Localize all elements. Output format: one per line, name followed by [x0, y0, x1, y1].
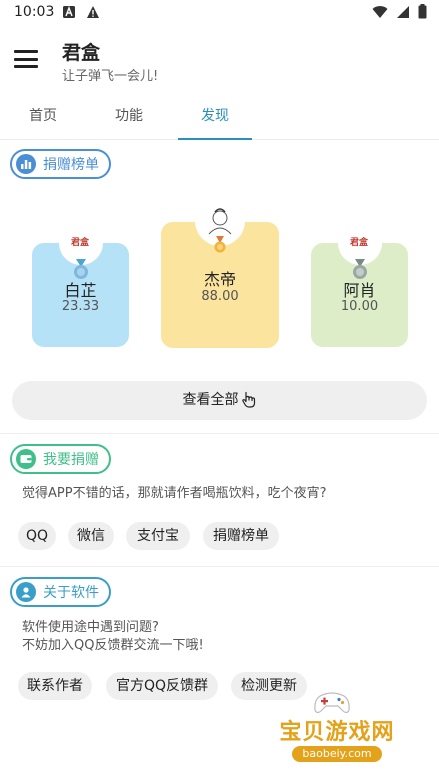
ranking-amount: 88.00 — [201, 289, 239, 304]
status-bar: 10:03 — [0, 0, 439, 26]
avatar: 君盒 — [70, 237, 89, 248]
ranking-amount: 10.00 — [340, 299, 379, 314]
ranking-amount: 23.33 — [61, 299, 100, 314]
divider — [0, 566, 439, 567]
wechat-donate-button[interactable]: 微信 — [68, 522, 114, 550]
qq-feedback-group-button[interactable]: 官方QQ反馈群 — [106, 672, 218, 700]
tab-discover[interactable]: 发现 — [172, 96, 258, 140]
divider — [0, 433, 439, 434]
notification-a-icon — [63, 6, 75, 18]
gold-medal-icon — [214, 236, 226, 253]
about-chip-label: 关于软件 — [43, 585, 99, 601]
view-all-label: 查看全部 — [182, 392, 239, 408]
avatar: 君盒 — [349, 237, 368, 248]
signal-icon — [397, 5, 409, 18]
app-bar: 君盒 让子弹飞一会儿! — [0, 30, 439, 92]
about-chip: 关于软件 — [10, 577, 111, 607]
status-time: 10:03 — [14, 4, 55, 20]
donate-description: 觉得APP不错的话，那就请作者喝瓶饮料，吃个夜宵? — [22, 486, 327, 501]
about-description-line2: 不妨加入QQ反馈群交流一下哦! — [22, 638, 204, 653]
tab-features[interactable]: 功能 — [86, 96, 172, 140]
view-all-button[interactable]: 查看全部 — [12, 381, 427, 420]
contact-author-button[interactable]: 联系作者 — [18, 672, 92, 700]
app-title: 君盒 — [62, 42, 101, 64]
gamepad-icon — [314, 692, 350, 714]
donate-chip: 我要捐赠 — [10, 444, 111, 474]
about-description-line1: 软件使用途中遇到问题? — [22, 620, 159, 635]
tab-home[interactable]: 首页 — [0, 96, 86, 140]
ranking-chip-label: 捐赠榜单 — [43, 157, 99, 173]
ranking-card-2[interactable]: 君盒 白芷 23.33 — [32, 221, 129, 347]
ranking-name: 杰帝 — [203, 270, 236, 289]
qq-donate-button[interactable]: QQ — [18, 522, 56, 550]
tab-bar: 首页 功能 发现 — [0, 96, 439, 140]
battery-icon — [418, 4, 427, 19]
ranking-name: 阿肖 — [343, 281, 376, 300]
wifi-icon — [372, 5, 388, 18]
user-icon — [16, 582, 36, 602]
watermark-logo: 宝贝游戏网 baobeiy.com — [262, 690, 412, 770]
ranking-card-3[interactable]: 君盒 阿肖 10.00 — [311, 221, 408, 347]
ranking-chip: 捐赠榜单 — [10, 149, 111, 179]
watermark-url: baobeiy.com — [292, 746, 382, 762]
pointer-hand-icon — [241, 391, 255, 408]
warning-icon — [87, 6, 99, 18]
ranking-card-1[interactable]: 杰帝 88.00 — [161, 196, 279, 348]
avatar — [208, 208, 232, 235]
app-subtitle: 让子弹飞一会儿! — [62, 69, 159, 84]
wallet-icon — [16, 449, 36, 469]
bar-chart-icon — [16, 154, 36, 174]
ranking-name: 白芷 — [64, 281, 97, 300]
menu-icon[interactable] — [14, 50, 38, 70]
alipay-donate-button[interactable]: 支付宝 — [126, 522, 190, 550]
watermark-title: 宝贝游戏网 — [279, 720, 395, 745]
donate-chip-label: 我要捐赠 — [43, 452, 99, 468]
donation-ranking-button[interactable]: 捐赠榜单 — [203, 522, 279, 550]
